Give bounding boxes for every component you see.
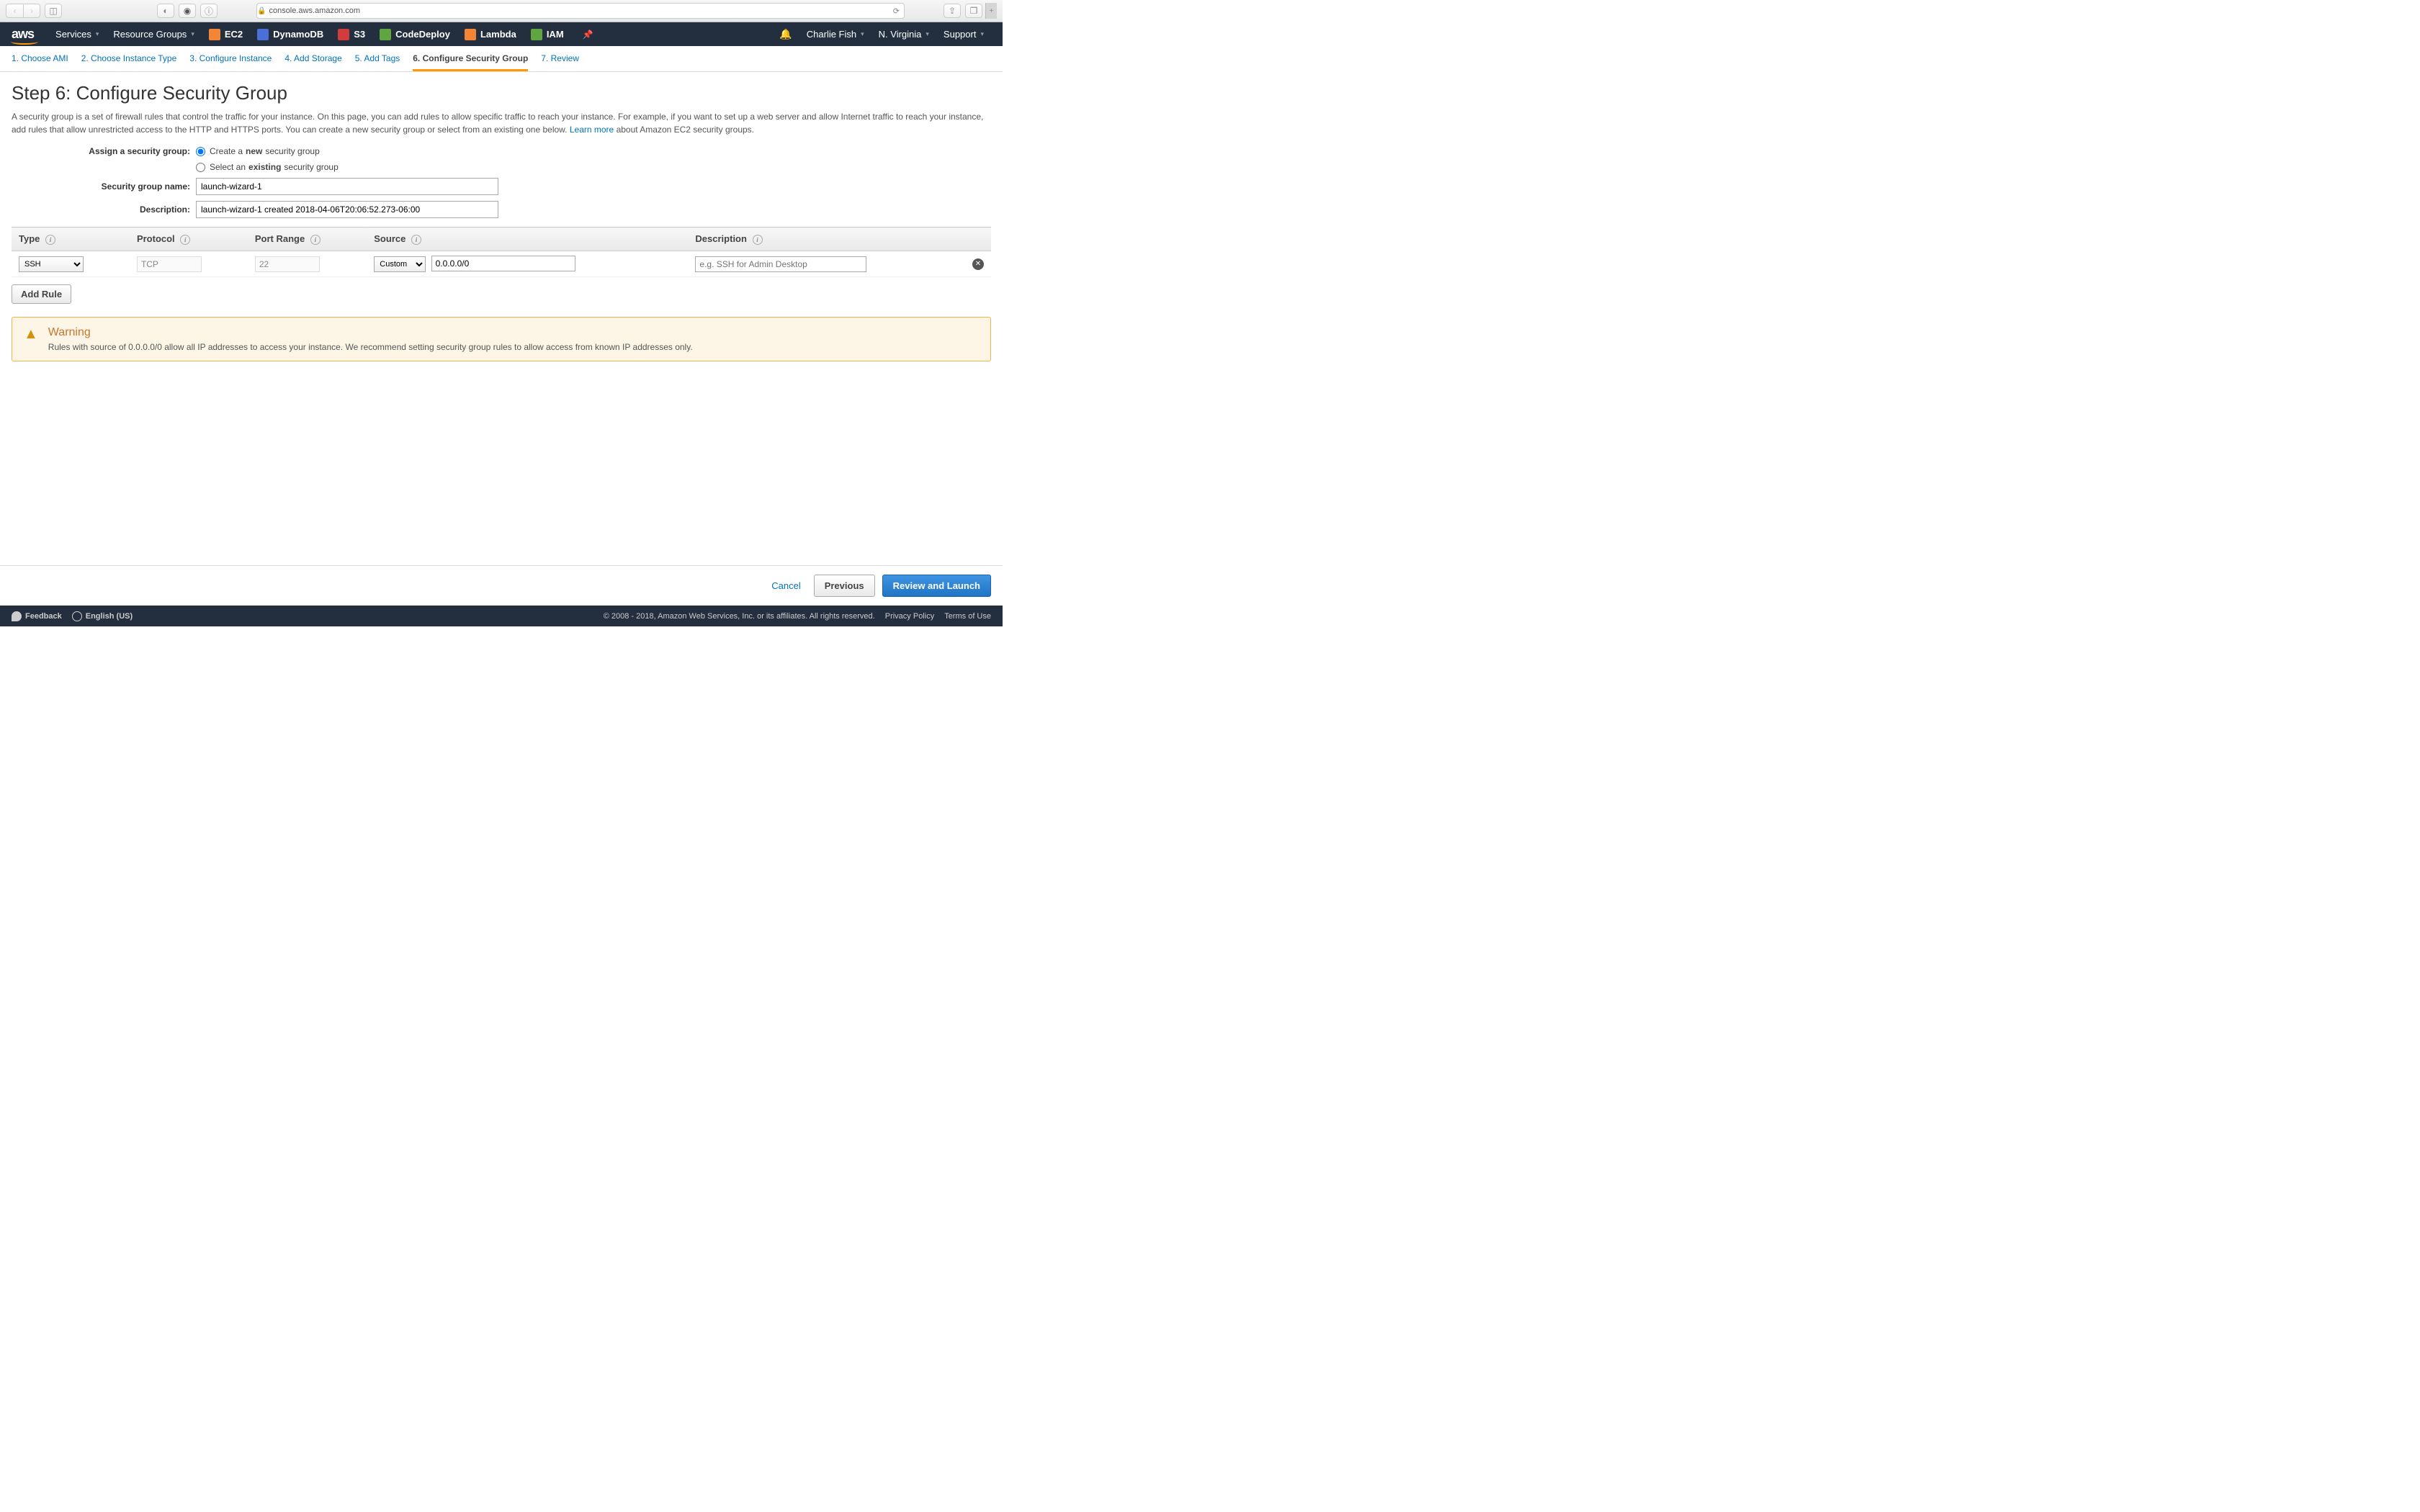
wizard-steps: 1. Choose AMI 2. Choose Instance Type 3. C…	[0, 46, 1003, 72]
col-port-range: Port Range i	[248, 228, 367, 251]
aws-logo[interactable]: aws	[12, 27, 34, 42]
col-source: Source i	[367, 228, 688, 251]
language-select[interactable]: English (US)	[72, 611, 133, 621]
info-icon[interactable]: i	[45, 235, 55, 245]
rule-source-select[interactable]: Custom	[374, 256, 426, 272]
rule-type-select[interactable]: SSH	[19, 256, 84, 272]
reload-icon[interactable]: ⟳	[893, 6, 900, 16]
radio-create-new-input[interactable]	[196, 147, 205, 156]
feedback-link[interactable]: Feedback	[12, 611, 62, 621]
service-icon	[465, 29, 476, 40]
radio-create-new[interactable]: Create a new security group	[196, 146, 320, 156]
col-protocol: Protocol i	[130, 228, 248, 251]
globe-icon	[72, 611, 82, 621]
warning-title: Warning	[48, 326, 693, 339]
chevron-down-icon: ▾	[980, 30, 984, 38]
nav-service-dynamodb[interactable]: DynamoDB	[250, 22, 331, 46]
review-launch-button[interactable]: Review and Launch	[882, 575, 991, 597]
nav-user[interactable]: Charlie Fish▾	[799, 22, 871, 46]
sg-desc-label: Description:	[12, 204, 196, 215]
wizard-tab-2[interactable]: 3. Configure Instance	[189, 53, 272, 71]
radio-select-existing[interactable]: Select an existing security group	[196, 162, 339, 172]
back-button[interactable]: ‹	[6, 4, 23, 18]
bookmark-icon[interactable]: ◉	[179, 4, 196, 18]
wizard-tab-3[interactable]: 4. Add Storage	[284, 53, 341, 71]
page-description: A security group is a set of firewall ru…	[12, 110, 991, 136]
col-description: Description i	[688, 228, 965, 251]
assign-sg-label: Assign a security group:	[12, 146, 196, 156]
main-content: Step 6: Configure Security Group A secur…	[0, 72, 1003, 372]
sg-name-label: Security group name:	[12, 181, 196, 192]
rule-port	[255, 256, 320, 272]
bell-icon: 🔔	[779, 28, 792, 40]
nav-support[interactable]: Support▾	[936, 22, 991, 46]
info-icon[interactable]: i	[411, 235, 421, 245]
terms-link[interactable]: Terms of Use	[944, 612, 991, 621]
sg-desc-input[interactable]	[196, 201, 498, 218]
nav-notifications[interactable]: 🔔	[772, 22, 799, 46]
footer: Feedback English (US) © 2008 - 2018, Ama…	[0, 606, 1003, 626]
lock-icon: 🔒	[257, 7, 266, 15]
copyright-text: © 2008 - 2018, Amazon Web Services, Inc.…	[604, 612, 875, 621]
sg-name-input[interactable]	[196, 178, 498, 195]
nav-services[interactable]: Services▾	[48, 22, 106, 46]
rules-table: Type iProtocol iPort Range iSource iDesc…	[12, 227, 991, 277]
page-title: Step 6: Configure Security Group	[12, 82, 991, 104]
info-icon[interactable]: i	[753, 235, 763, 245]
new-tab-button[interactable]: +	[985, 3, 997, 19]
chevron-down-icon: ▾	[861, 30, 864, 38]
tabs-icon[interactable]: ❐	[965, 4, 982, 18]
url-bar[interactable]: 🔒 console.aws.amazon.com ⟳	[256, 3, 905, 19]
browser-toolbar: ‹ › ◫ ◐ ◉ ⓘ 🔒 console.aws.amazon.com ⟳ ⇪…	[0, 0, 1003, 22]
service-icon	[257, 29, 269, 40]
url-text: console.aws.amazon.com	[269, 6, 360, 15]
rule-desc-input[interactable]	[695, 256, 866, 272]
privacy-link[interactable]: Privacy Policy	[885, 612, 934, 621]
chevron-down-icon: ▾	[926, 30, 929, 38]
nav-service-s3[interactable]: S3	[331, 22, 372, 46]
previous-button[interactable]: Previous	[814, 575, 875, 597]
warning-text: Rules with source of 0.0.0.0/0 allow all…	[48, 342, 693, 352]
warning-icon: ▲	[24, 326, 38, 352]
warning-banner: ▲ Warning Rules with source of 0.0.0.0/0…	[12, 317, 991, 361]
wizard-tab-6[interactable]: 7. Review	[541, 53, 579, 71]
service-icon	[338, 29, 349, 40]
service-icon	[380, 29, 391, 40]
shield-icon[interactable]: ◐	[157, 4, 174, 18]
forward-button[interactable]: ›	[23, 4, 40, 18]
nav-pin-icon[interactable]: 📌	[571, 22, 601, 46]
chevron-down-icon: ▾	[96, 30, 99, 38]
sidebar-toggle[interactable]: ◫	[45, 4, 62, 18]
nav-service-iam[interactable]: IAM	[524, 22, 571, 46]
wizard-tab-1[interactable]: 2. Choose Instance Type	[81, 53, 177, 71]
table-row: SSH Custom ✕	[12, 251, 991, 277]
wizard-tab-4[interactable]: 5. Add Tags	[355, 53, 400, 71]
info-icon[interactable]: i	[180, 235, 190, 245]
chat-icon	[12, 611, 22, 621]
wizard-tab-0[interactable]: 1. Choose AMI	[12, 53, 68, 71]
info-icon[interactable]: ⓘ	[200, 4, 218, 18]
add-rule-button[interactable]: Add Rule	[12, 284, 71, 304]
action-bar: Cancel Previous Review and Launch	[0, 565, 1003, 606]
nav-service-lambda[interactable]: Lambda	[457, 22, 524, 46]
info-icon[interactable]: i	[310, 235, 321, 245]
aws-global-nav: aws Services▾ Resource Groups▾ EC2Dynamo…	[0, 22, 1003, 46]
chevron-down-icon: ▾	[191, 30, 194, 38]
nav-resource-groups[interactable]: Resource Groups▾	[106, 22, 201, 46]
nav-service-codedeploy[interactable]: CodeDeploy	[372, 22, 457, 46]
wizard-tab-5[interactable]: 6. Configure Security Group	[413, 53, 528, 71]
remove-rule-icon[interactable]: ✕	[972, 258, 984, 270]
service-icon	[209, 29, 220, 40]
learn-more-link[interactable]: Learn more	[570, 125, 614, 135]
service-icon	[531, 29, 542, 40]
nav-region[interactable]: N. Virginia▾	[871, 22, 936, 46]
rule-protocol	[137, 256, 202, 272]
col-type: Type i	[12, 228, 130, 251]
share-icon[interactable]: ⇪	[944, 4, 961, 18]
nav-service-ec2[interactable]: EC2	[202, 22, 250, 46]
rule-source-input[interactable]	[431, 256, 575, 271]
cancel-button[interactable]: Cancel	[766, 576, 806, 595]
radio-select-existing-input[interactable]	[196, 163, 205, 172]
